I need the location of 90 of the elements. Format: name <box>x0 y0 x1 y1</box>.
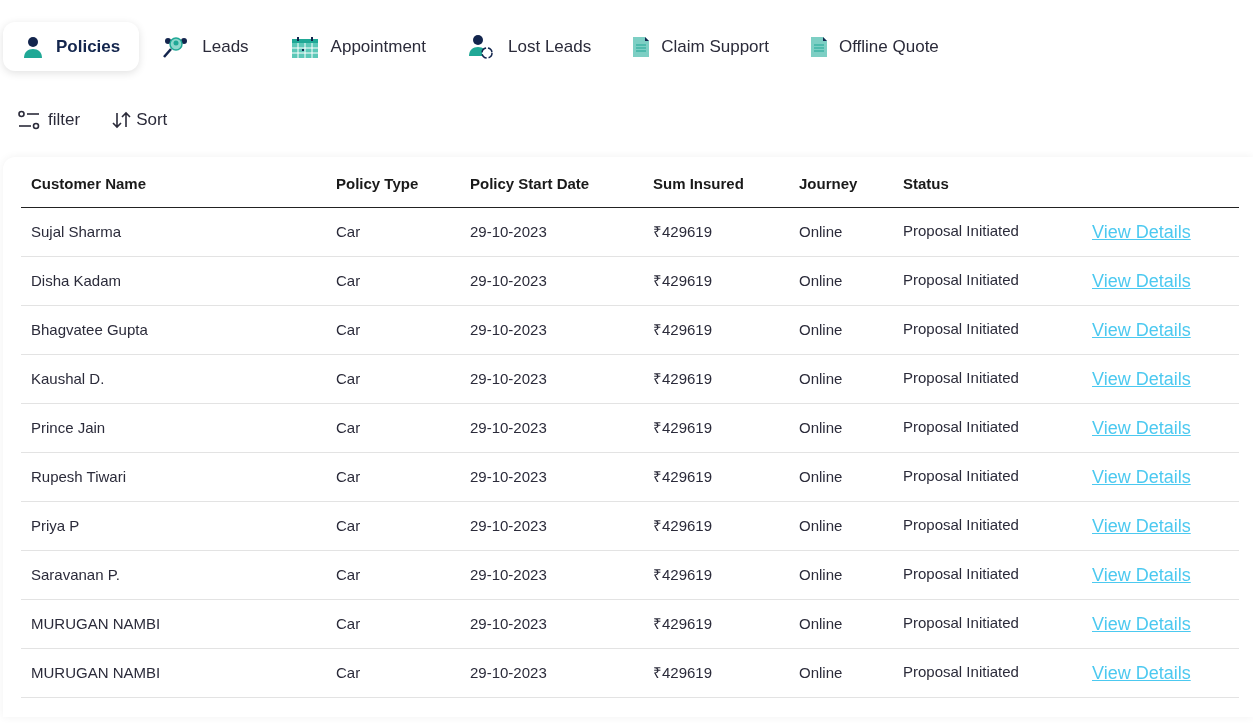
table-cell: Online <box>789 648 893 698</box>
view-details-link[interactable]: View Details <box>1092 319 1191 340</box>
table-cell: 29-10-2023 <box>460 354 643 404</box>
view-details-link[interactable]: View Details <box>1092 613 1191 634</box>
table-cell: Car <box>326 403 460 453</box>
column-header: Customer Name <box>21 172 326 208</box>
table-cell: Online <box>789 256 893 306</box>
view-details-link[interactable]: View Details <box>1092 368 1191 389</box>
tab[interactable]: Appointment <box>271 22 446 71</box>
table-cell: ₹429619 <box>643 452 789 502</box>
table-cell: 29-10-2023 <box>460 599 643 649</box>
table-cell: 29-10-2023 <box>460 256 643 306</box>
table-cell: MURUGAN NAMBI <box>21 648 326 698</box>
table-cell: Car <box>326 207 460 257</box>
column-header: Policy Type <box>326 172 460 208</box>
view-details-link[interactable]: View Details <box>1092 270 1191 291</box>
table-cell: Car <box>326 648 460 698</box>
sort-icon <box>112 110 133 129</box>
table-cell: ₹429619 <box>643 648 789 698</box>
table-cell: Proposal Initiated <box>893 599 1082 649</box>
table-cell: Priya P <box>21 501 326 551</box>
table-cell: Car <box>326 599 460 649</box>
table-cell: ₹429619 <box>643 354 789 404</box>
column-header: Policy Start Date <box>460 172 643 208</box>
table-cell: 29-10-2023 <box>460 648 643 698</box>
table-cell: Prince Jain <box>21 403 326 453</box>
view-details-link[interactable]: View Details <box>1092 417 1191 438</box>
view-details-link[interactable]: View Details <box>1092 515 1191 536</box>
table-cell: 29-10-2023 <box>460 305 643 355</box>
view-details-link[interactable]: View Details <box>1092 564 1191 585</box>
table-cell: Online <box>789 354 893 404</box>
table-cell: Proposal Initiated <box>893 354 1082 404</box>
document-icon <box>810 36 827 57</box>
column-header: Status <box>893 172 1082 208</box>
view-details-link[interactable]: View Details <box>1092 662 1191 683</box>
table-cell: Proposal Initiated <box>893 305 1082 355</box>
table-cell: Proposal Initiated <box>893 256 1082 306</box>
table-cell: Saravanan P. <box>21 550 326 600</box>
column-header: Sum Insured <box>643 172 789 208</box>
table-cell: Disha Kadam <box>21 256 326 306</box>
table-cell: Online <box>789 599 893 649</box>
document-icon <box>633 36 650 57</box>
filter-button[interactable]: filter <box>18 107 81 133</box>
table-cell: 29-10-2023 <box>460 403 643 453</box>
table-cell: ₹429619 <box>643 403 789 453</box>
table-cell: Online <box>789 452 893 502</box>
table-cell: 29-10-2023 <box>460 452 643 502</box>
table-cell: MURUGAN NAMBI <box>21 599 326 649</box>
table-cell: ₹429619 <box>643 501 789 551</box>
table-cell: 29-10-2023 <box>460 501 643 551</box>
table-cell: Online <box>789 207 893 257</box>
table-cell: ₹429619 <box>643 305 789 355</box>
table-cell: Online <box>789 550 893 600</box>
tab[interactable]: Leads <box>143 22 268 71</box>
view-details-link[interactable]: View Details <box>1092 466 1191 487</box>
table-cell: Proposal Initiated <box>893 648 1082 698</box>
table-cell: Proposal Initiated <box>893 501 1082 551</box>
table-cell: ₹429619 <box>643 256 789 306</box>
column-header: Journey <box>789 172 893 208</box>
table-cell: 29-10-2023 <box>460 550 643 600</box>
view-details-link[interactable]: View Details <box>1092 221 1191 242</box>
table-cell: ₹429619 <box>643 599 789 649</box>
table-cell: Proposal Initiated <box>893 207 1082 257</box>
table-cell: Online <box>789 305 893 355</box>
person-icon <box>22 35 44 58</box>
table-cell: Rupesh Tiwari <box>21 452 326 502</box>
table-cell: 29-10-2023 <box>460 207 643 257</box>
table-cell: Bhagvatee Gupta <box>21 305 326 355</box>
table-cell: ₹429619 <box>643 550 789 600</box>
table-cell: Car <box>326 305 460 355</box>
table-cell: Proposal Initiated <box>893 452 1082 502</box>
tab[interactable]: Policies <box>3 22 140 71</box>
table-cell: Car <box>326 256 460 306</box>
table-cell: Kaushal D. <box>21 354 326 404</box>
table-cell: Proposal Initiated <box>893 403 1082 453</box>
table-cell: Car <box>326 452 460 502</box>
tab[interactable]: Lost Leads <box>449 22 611 71</box>
table-cell: Online <box>789 501 893 551</box>
table-cell: ₹429619 <box>643 207 789 257</box>
table-cell: Online <box>789 403 893 453</box>
tab[interactable]: Offline Quote <box>791 22 958 71</box>
table-cell: Car <box>326 550 460 600</box>
table-cell: Car <box>326 354 460 404</box>
filter-icon <box>18 109 40 130</box>
tab[interactable]: Claim Support <box>614 22 788 71</box>
table-cell: Sujal Sharma <box>21 207 326 257</box>
sort-button[interactable]: Sort <box>112 107 168 133</box>
calendar-icon <box>290 35 319 58</box>
table-cell: Proposal Initiated <box>893 550 1082 600</box>
table-cell: Car <box>326 501 460 551</box>
